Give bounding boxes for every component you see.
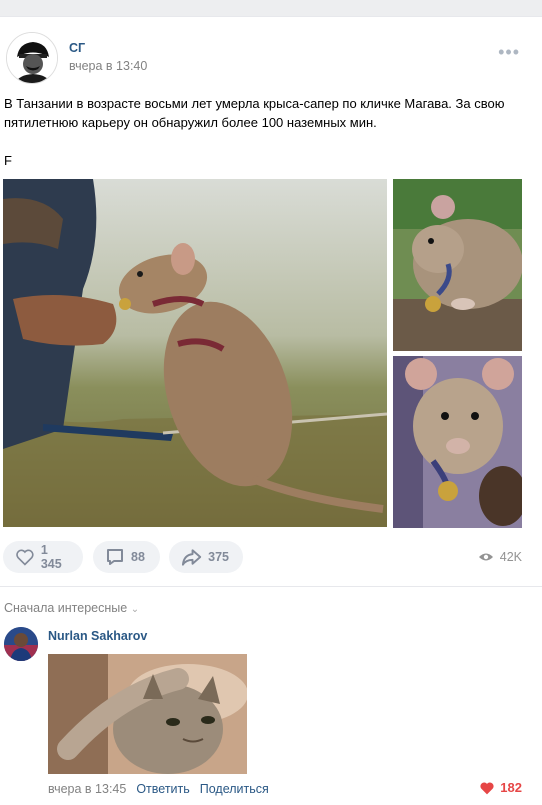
post-photo-top[interactable] — [393, 179, 522, 351]
like-button[interactable]: 1 345 — [3, 541, 83, 573]
share-link[interactable]: Поделиться — [200, 782, 269, 796]
share-icon — [181, 549, 202, 566]
comment-author[interactable]: Nurlan Sakharov — [48, 629, 147, 643]
post-text: В Танзании в возрасте восьми лет умерла … — [4, 96, 505, 130]
comment-meta: вчера в 13:45 Ответить Поделиться — [48, 782, 269, 796]
more-dots-icon[interactable]: ••• — [498, 42, 520, 63]
post-extra-line: F — [4, 153, 12, 168]
divider — [0, 586, 542, 587]
comment-time[interactable]: вчера в 13:45 — [48, 782, 126, 796]
comment-count: 88 — [131, 550, 145, 564]
share-button[interactable]: 375 — [169, 541, 243, 573]
post-author[interactable]: СГ — [69, 41, 85, 55]
comment-button[interactable]: 88 — [93, 541, 160, 573]
chevron-down-icon: ⌄ — [130, 604, 140, 615]
community-avatar[interactable] — [6, 32, 58, 84]
heart-icon — [480, 782, 494, 794]
comment-icon — [107, 549, 123, 565]
heart-icon — [16, 549, 34, 566]
views-counter: 42K — [478, 550, 522, 564]
views-count: 42K — [499, 550, 522, 564]
post-time[interactable]: вчера в 13:40 — [69, 59, 147, 73]
comment-avatar[interactable] — [4, 627, 38, 661]
eye-icon — [478, 553, 493, 561]
post-header: СГ вчера в 13:40 ••• — [0, 17, 542, 97]
post-photo-main[interactable] — [3, 179, 387, 527]
comment-like-button[interactable]: 182 — [479, 780, 522, 795]
comments-sort[interactable]: Сначала интересные ⌄ — [4, 601, 139, 615]
like-count: 1 345 — [40, 543, 62, 571]
comment-like-count: 182 — [500, 780, 522, 795]
post-card: СГ вчера в 13:40 ••• В Танзании в возрас… — [0, 16, 542, 805]
post-photo-bottom[interactable] — [393, 356, 522, 528]
share-count: 375 — [208, 550, 229, 564]
comments-sort-label: Сначала интересные — [4, 601, 128, 615]
comment-photo[interactable] — [48, 654, 247, 774]
reply-link[interactable]: Ответить — [136, 782, 189, 796]
